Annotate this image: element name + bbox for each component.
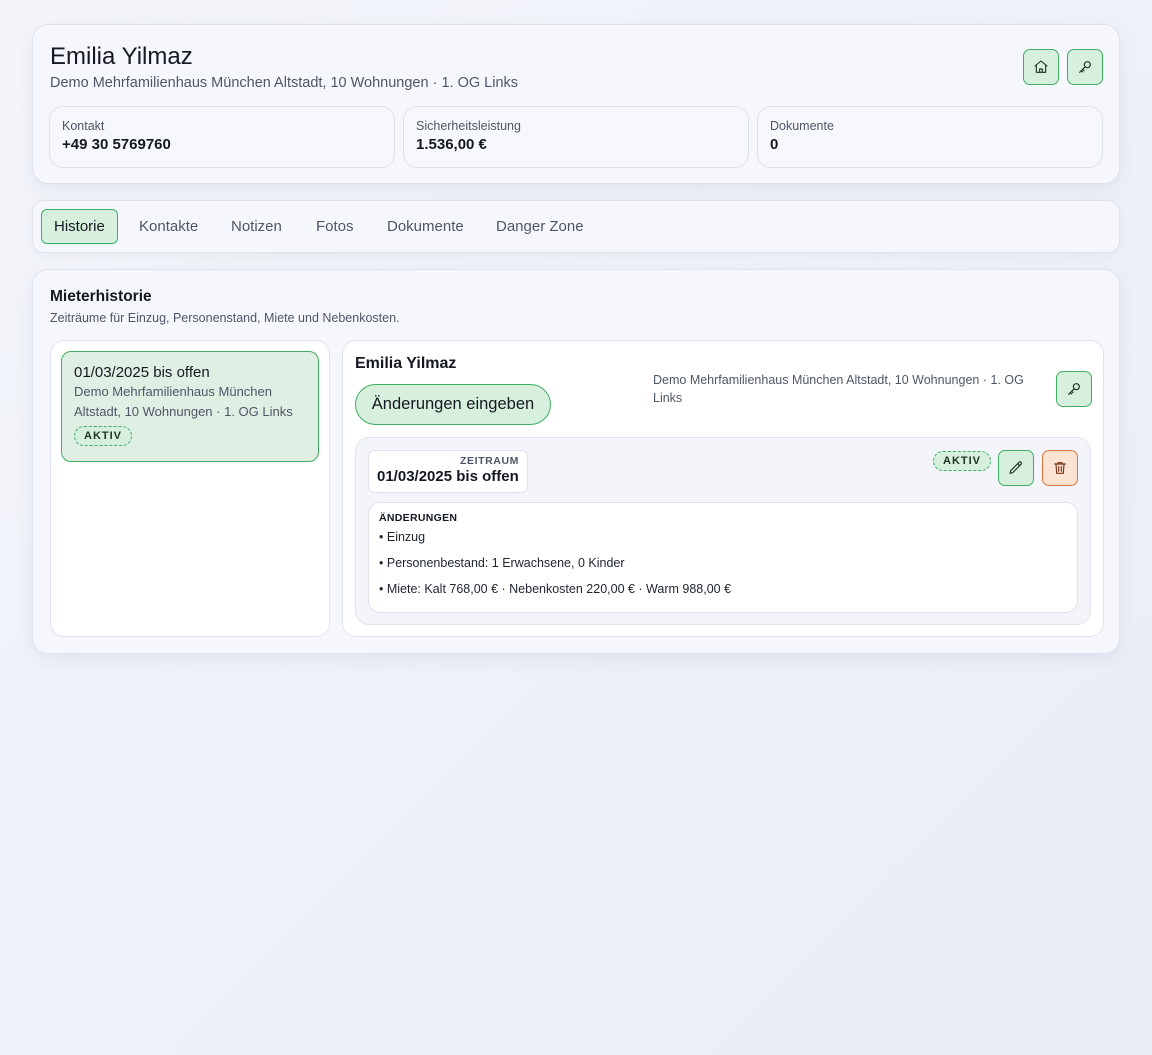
- history-list-item[interactable]: 01/03/2025 bis offen Demo Mehrfamilienha…: [61, 351, 319, 462]
- stat-label: Kontakt: [62, 119, 105, 133]
- section-subtitle: Zeiträume für Einzug, Personenstand, Mie…: [50, 311, 400, 325]
- stat-value: 1.536,00 €: [416, 136, 487, 153]
- key-icon: [1079, 61, 1091, 73]
- change-item: Einzug: [379, 530, 1067, 556]
- change-item: Personenbestand: 1 Erwachsene, 0 Kinder: [379, 556, 1067, 582]
- detail-address: Demo Mehrfamilienhaus München Altstadt, …: [653, 373, 1024, 405]
- detail-tenant-name: Emilia Yilmaz: [355, 355, 457, 372]
- tenant-header-card: Emilia Yilmaz Demo Mehrfamilienhaus Münc…: [32, 24, 1120, 184]
- tenant-address: Demo Mehrfamilienhaus München Altstadt, …: [50, 75, 519, 91]
- stat-value: +49 30 5769760: [62, 136, 171, 153]
- tab-notizen[interactable]: Notizen: [219, 209, 294, 244]
- detail-key-button[interactable]: [1056, 371, 1092, 407]
- trash-icon: [1054, 462, 1066, 474]
- tenant-name: Emilia Yilmaz: [50, 43, 193, 70]
- tab-dokumente[interactable]: Dokumente: [375, 209, 476, 244]
- enter-changes-button[interactable]: Änderungen eingeben: [355, 384, 551, 425]
- tab-bar: Historie Kontakte Notizen Fotos Dokument…: [32, 200, 1120, 253]
- history-item-title: 01/03/2025 bis offen: [74, 364, 210, 381]
- stat-label: Dokumente: [770, 119, 834, 133]
- changes-box: ÄNDERUNGEN Einzug Personenbestand: 1 Erw…: [368, 502, 1078, 613]
- stat-contact: Kontakt +49 30 5769760: [49, 106, 395, 168]
- status-badge: AKTIV: [933, 451, 991, 471]
- home-button[interactable]: [1023, 49, 1059, 85]
- edit-period-button[interactable]: [998, 450, 1034, 486]
- tab-kontakte[interactable]: Kontakte: [127, 209, 210, 244]
- delete-period-button[interactable]: [1042, 450, 1078, 486]
- tab-fotos[interactable]: Fotos: [304, 209, 366, 244]
- section-title: Mieterhistorie: [50, 288, 152, 305]
- period-box: ZEITRAUM 01/03/2025 bis offen: [368, 450, 528, 493]
- history-detail: Emilia Yilmaz Änderungen eingeben Demo M…: [342, 340, 1104, 637]
- tab-danger-zone[interactable]: Danger Zone: [484, 209, 596, 244]
- home-icon: [1034, 60, 1048, 73]
- period-card: ZEITRAUM 01/03/2025 bis offen AKTIV ÄNDE…: [355, 437, 1091, 625]
- status-badge: AKTIV: [74, 426, 132, 446]
- tenant-history-card: Mieterhistorie Zeiträume für Einzug, Per…: [32, 269, 1120, 654]
- stat-security-deposit: Sicherheitsleistung 1.536,00 €: [403, 106, 749, 168]
- changes-list: Einzug Personenbestand: 1 Erwachsene, 0 …: [379, 530, 1067, 608]
- stat-label: Sicherheitsleistung: [416, 119, 521, 133]
- history-item-description: Demo Mehrfamilienhaus München Altstadt, …: [74, 384, 293, 419]
- stat-documents: Dokumente 0: [757, 106, 1103, 168]
- period-label: ZEITRAUM: [459, 455, 519, 467]
- change-item: Miete: Kalt 768,00 € · Nebenkosten 220,0…: [379, 582, 1067, 608]
- stat-value: 0: [770, 136, 779, 153]
- key-icon: [1068, 383, 1080, 395]
- changes-title: ÄNDERUNGEN: [379, 512, 458, 524]
- pencil-icon: [1009, 461, 1022, 474]
- period-value: 01/03/2025 bis offen: [377, 468, 519, 485]
- key-button[interactable]: [1067, 49, 1103, 85]
- tab-historie[interactable]: Historie: [41, 209, 118, 244]
- history-list: 01/03/2025 bis offen Demo Mehrfamilienha…: [50, 340, 330, 637]
